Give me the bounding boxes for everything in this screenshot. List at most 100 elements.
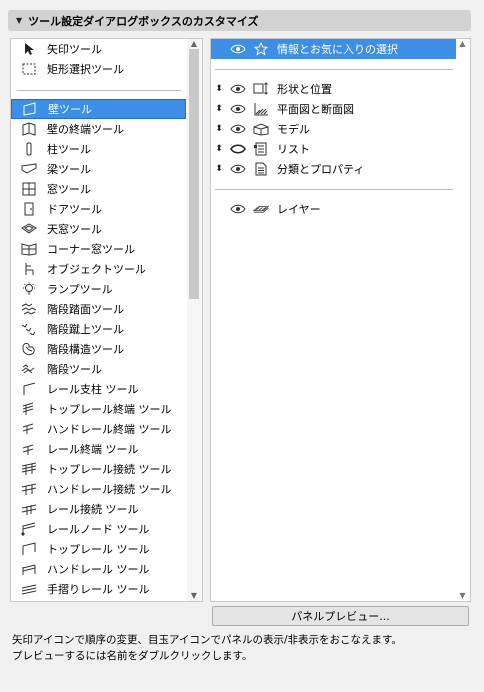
panel-label: レイヤー	[277, 203, 321, 216]
tool-item-column[interactable]: 柱ツール	[11, 139, 186, 159]
tool-label: 階段ツール	[47, 363, 102, 376]
corner-window-icon	[21, 241, 37, 257]
scroll-up-icon[interactable]: ▲	[456, 39, 469, 49]
star-icon	[253, 41, 269, 57]
tool-label: 梁ツール	[47, 163, 91, 176]
tool-item-toprail-connection[interactable]: トップレール接続 ツール	[11, 459, 186, 479]
section-header[interactable]: ▼ ツール設定ダイアログボックスのカスタマイズ	[8, 10, 471, 31]
scroll-down-icon[interactable]: ▼	[456, 591, 469, 601]
tool-item-rail-post[interactable]: レール支柱 ツール	[11, 379, 186, 399]
lamp-icon	[21, 281, 37, 297]
tool-item-wall[interactable]: 壁ツール	[11, 99, 186, 119]
panel-label: リスト	[277, 143, 310, 156]
panel-label: 情報とお気に入りの選択	[277, 43, 398, 56]
help-line-1: 矢印アイコンで順序の変更、目玉アイコンでパネルの表示/非表示をおこなえます。	[12, 634, 402, 646]
object-icon	[21, 261, 37, 277]
panel-list: 情報とお気に入りの選択 ⬍ 形状と位置 ⬍ 平面図と断面図 ⬍ モデル ⬍ リス…	[210, 38, 471, 602]
move-arrows-icon[interactable]: ⬍	[213, 164, 225, 174]
tool-item-window[interactable]: 窓ツール	[11, 179, 186, 199]
arrow-icon	[21, 41, 37, 57]
panel-item-geometry[interactable]: ⬍ 形状と位置	[211, 79, 456, 99]
panel-item-classification[interactable]: ⬍ 分類とプロパティ	[211, 159, 456, 179]
window-icon	[21, 181, 37, 197]
eye-visible-icon[interactable]	[229, 84, 247, 94]
eye-visible-icon[interactable]	[229, 104, 247, 114]
panel-item-list[interactable]: ⬍ リスト	[211, 139, 456, 159]
tool-list-scrollbar[interactable]: ▲ ▼	[187, 39, 201, 601]
tool-item-handrail-connection[interactable]: ハンドレール接続 ツール	[11, 479, 186, 499]
move-arrows-icon[interactable]: ⬍	[213, 144, 225, 154]
stair-tread-icon	[21, 301, 37, 317]
tool-label: トップレール終端 ツール	[47, 403, 172, 416]
tool-label: 壁ツール	[48, 103, 92, 116]
panel-list-scrollbar[interactable]: ▲ ▼	[456, 39, 469, 601]
column-icon	[21, 141, 37, 157]
scroll-down-icon[interactable]: ▼	[187, 591, 201, 601]
list-divider	[215, 69, 453, 70]
tool-label: 階段構造ツール	[47, 343, 124, 356]
tool-item-door[interactable]: ドアツール	[11, 199, 186, 219]
tool-item-stair-riser[interactable]: 階段蹴上ツール	[11, 319, 186, 339]
tool-label: ランプツール	[47, 283, 113, 296]
tool-item-rail-connection[interactable]: レール接続 ツール	[11, 499, 186, 519]
move-arrows-icon[interactable]: ⬍	[213, 124, 225, 134]
tool-item-rail-node[interactable]: レールノード ツール	[11, 519, 186, 539]
scrollbar-thumb[interactable]	[189, 49, 199, 299]
tool-item-lamp[interactable]: ランプツール	[11, 279, 186, 299]
tool-item-toprail-end[interactable]: トップレール終端 ツール	[11, 399, 186, 419]
rail-end-icon	[21, 441, 37, 457]
panel-label: 分類とプロパティ	[277, 163, 365, 176]
move-arrows-icon[interactable]: ⬍	[213, 84, 225, 94]
tool-item-skylight[interactable]: 天窓ツール	[11, 219, 186, 239]
door-icon	[21, 201, 37, 217]
tool-label: レール終端 ツール	[47, 443, 139, 456]
wall-end-icon	[21, 121, 37, 137]
guard-rail-icon	[21, 581, 37, 597]
classification-icon	[253, 161, 269, 177]
move-arrows-icon[interactable]: ⬍	[213, 104, 225, 114]
tool-item-stair[interactable]: 階段ツール	[11, 359, 186, 379]
collapse-triangle-icon[interactable]: ▼	[16, 16, 22, 25]
tool-label: 矩形選択ツール	[47, 63, 124, 76]
stair-icon	[21, 361, 37, 377]
tool-item-beam[interactable]: 梁ツール	[11, 159, 186, 179]
tool-item-handrail[interactable]: ハンドレール ツール	[11, 559, 186, 579]
tool-item-handrail-end[interactable]: ハンドレール終端 ツール	[11, 419, 186, 439]
tool-label: ハンドレール接続 ツール	[47, 483, 172, 496]
floorplan-section-icon	[253, 101, 269, 117]
tool-label: レール接続 ツール	[47, 503, 139, 516]
stair-riser-icon	[21, 321, 37, 337]
panel-item-layer[interactable]: レイヤー	[211, 199, 456, 219]
list-divider	[17, 90, 181, 91]
eye-visible-icon[interactable]	[229, 44, 247, 54]
eye-hidden-icon[interactable]	[229, 144, 247, 154]
section-title: ツール設定ダイアログボックスのカスタマイズ	[28, 14, 259, 28]
tool-item-marquee[interactable]: 矩形選択ツール	[11, 59, 186, 79]
tool-item-stair-tread[interactable]: 階段踏面ツール	[11, 299, 186, 319]
tool-item-toprail[interactable]: トップレール ツール	[11, 539, 186, 559]
eye-visible-icon[interactable]	[229, 204, 247, 214]
panel-item-info-favorites[interactable]: 情報とお気に入りの選択	[211, 39, 456, 59]
tool-item-guard-rail[interactable]: 手摺りレール ツール	[11, 579, 186, 599]
tool-item-stair-structure[interactable]: 階段構造ツール	[11, 339, 186, 359]
scroll-up-icon[interactable]: ▲	[187, 39, 201, 49]
tool-item-object[interactable]: オブジェクトツール	[11, 259, 186, 279]
geometry-icon	[253, 81, 269, 97]
tool-item-wall-end[interactable]: 壁の終端ツール	[11, 119, 186, 139]
panel-item-model[interactable]: ⬍ モデル	[211, 119, 456, 139]
layer-icon	[253, 201, 269, 217]
panel-item-floorplan-section[interactable]: ⬍ 平面図と断面図	[211, 99, 456, 119]
eye-visible-icon[interactable]	[229, 124, 247, 134]
list-icon	[253, 141, 269, 157]
tool-label: コーナー窓ツール	[47, 243, 135, 256]
tool-item-rail-end[interactable]: レール終端 ツール	[11, 439, 186, 459]
tool-label: 階段蹴上ツール	[47, 323, 124, 336]
help-text: 矢印アイコンで順序の変更、目玉アイコンでパネルの表示/非表示をおこなえます。 プ…	[12, 632, 472, 664]
panel-label: 平面図と断面図	[277, 103, 354, 116]
toprail-connection-icon	[21, 461, 37, 477]
tool-item-arrow[interactable]: 矢印ツール	[11, 39, 186, 59]
tool-item-corner-window[interactable]: コーナー窓ツール	[11, 239, 186, 259]
eye-visible-icon[interactable]	[229, 164, 247, 174]
rail-node-icon	[21, 521, 37, 537]
panel-preview-button[interactable]: パネルプレビュー...	[212, 606, 469, 626]
